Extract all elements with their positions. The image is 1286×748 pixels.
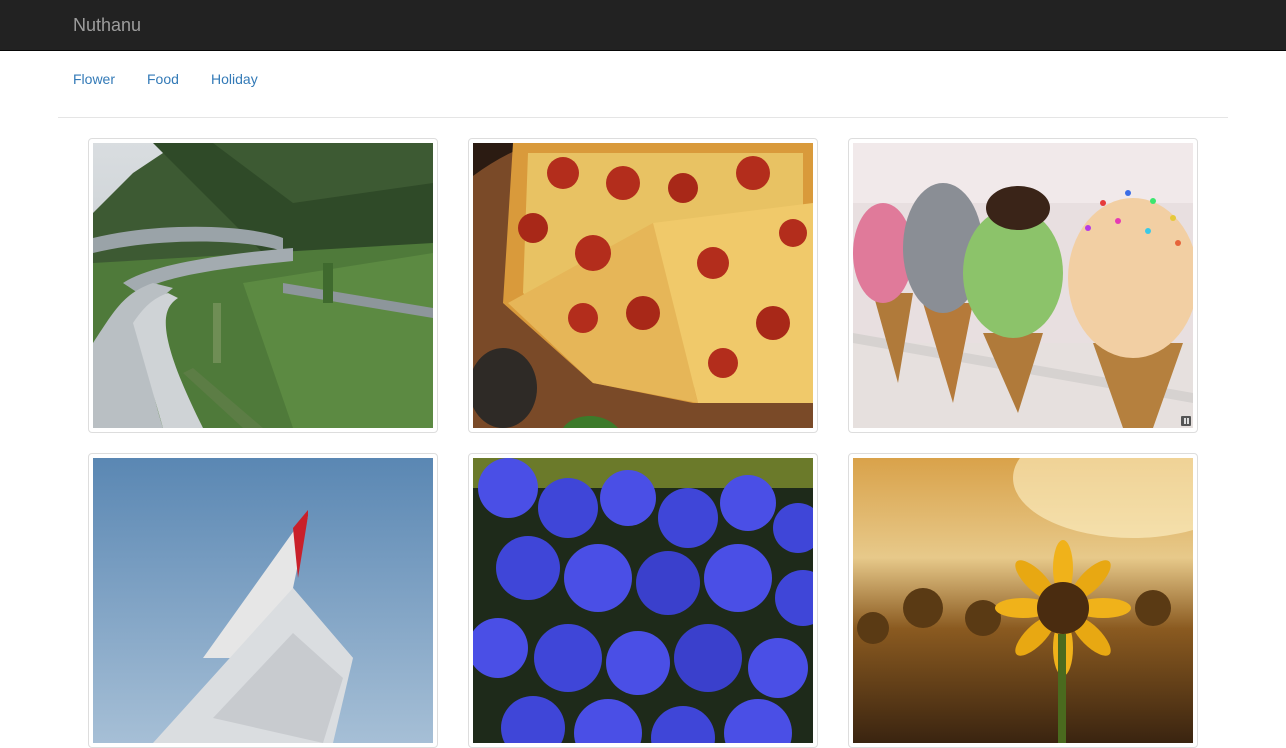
nav-link-food[interactable]: Food [147, 69, 179, 89]
gallery-thumbnail-highway[interactable] [88, 138, 438, 433]
airplane-image [93, 458, 433, 743]
gallery-thumbnail-icecream[interactable] [848, 138, 1198, 433]
nav-link-holiday[interactable]: Holiday [211, 69, 258, 89]
brand-link[interactable]: Nuthanu [73, 14, 141, 36]
gallery-thumbnail-airplane[interactable] [88, 453, 438, 748]
roses-image [473, 458, 813, 743]
gallery-thumbnail-roses[interactable] [468, 453, 818, 748]
nav-link-flower[interactable]: Flower [73, 69, 115, 89]
sunflower-image [853, 458, 1193, 743]
pizza-image [473, 143, 813, 428]
highway-image [93, 143, 433, 428]
icecream-image [853, 143, 1193, 428]
gallery-thumbnail-pizza[interactable] [468, 138, 818, 433]
pause-icon[interactable] [1181, 416, 1191, 426]
category-nav: Flower Food Holiday [58, 51, 1228, 118]
gallery-thumbnail-sunflower[interactable] [848, 453, 1198, 748]
top-navbar: Nuthanu [0, 0, 1286, 51]
